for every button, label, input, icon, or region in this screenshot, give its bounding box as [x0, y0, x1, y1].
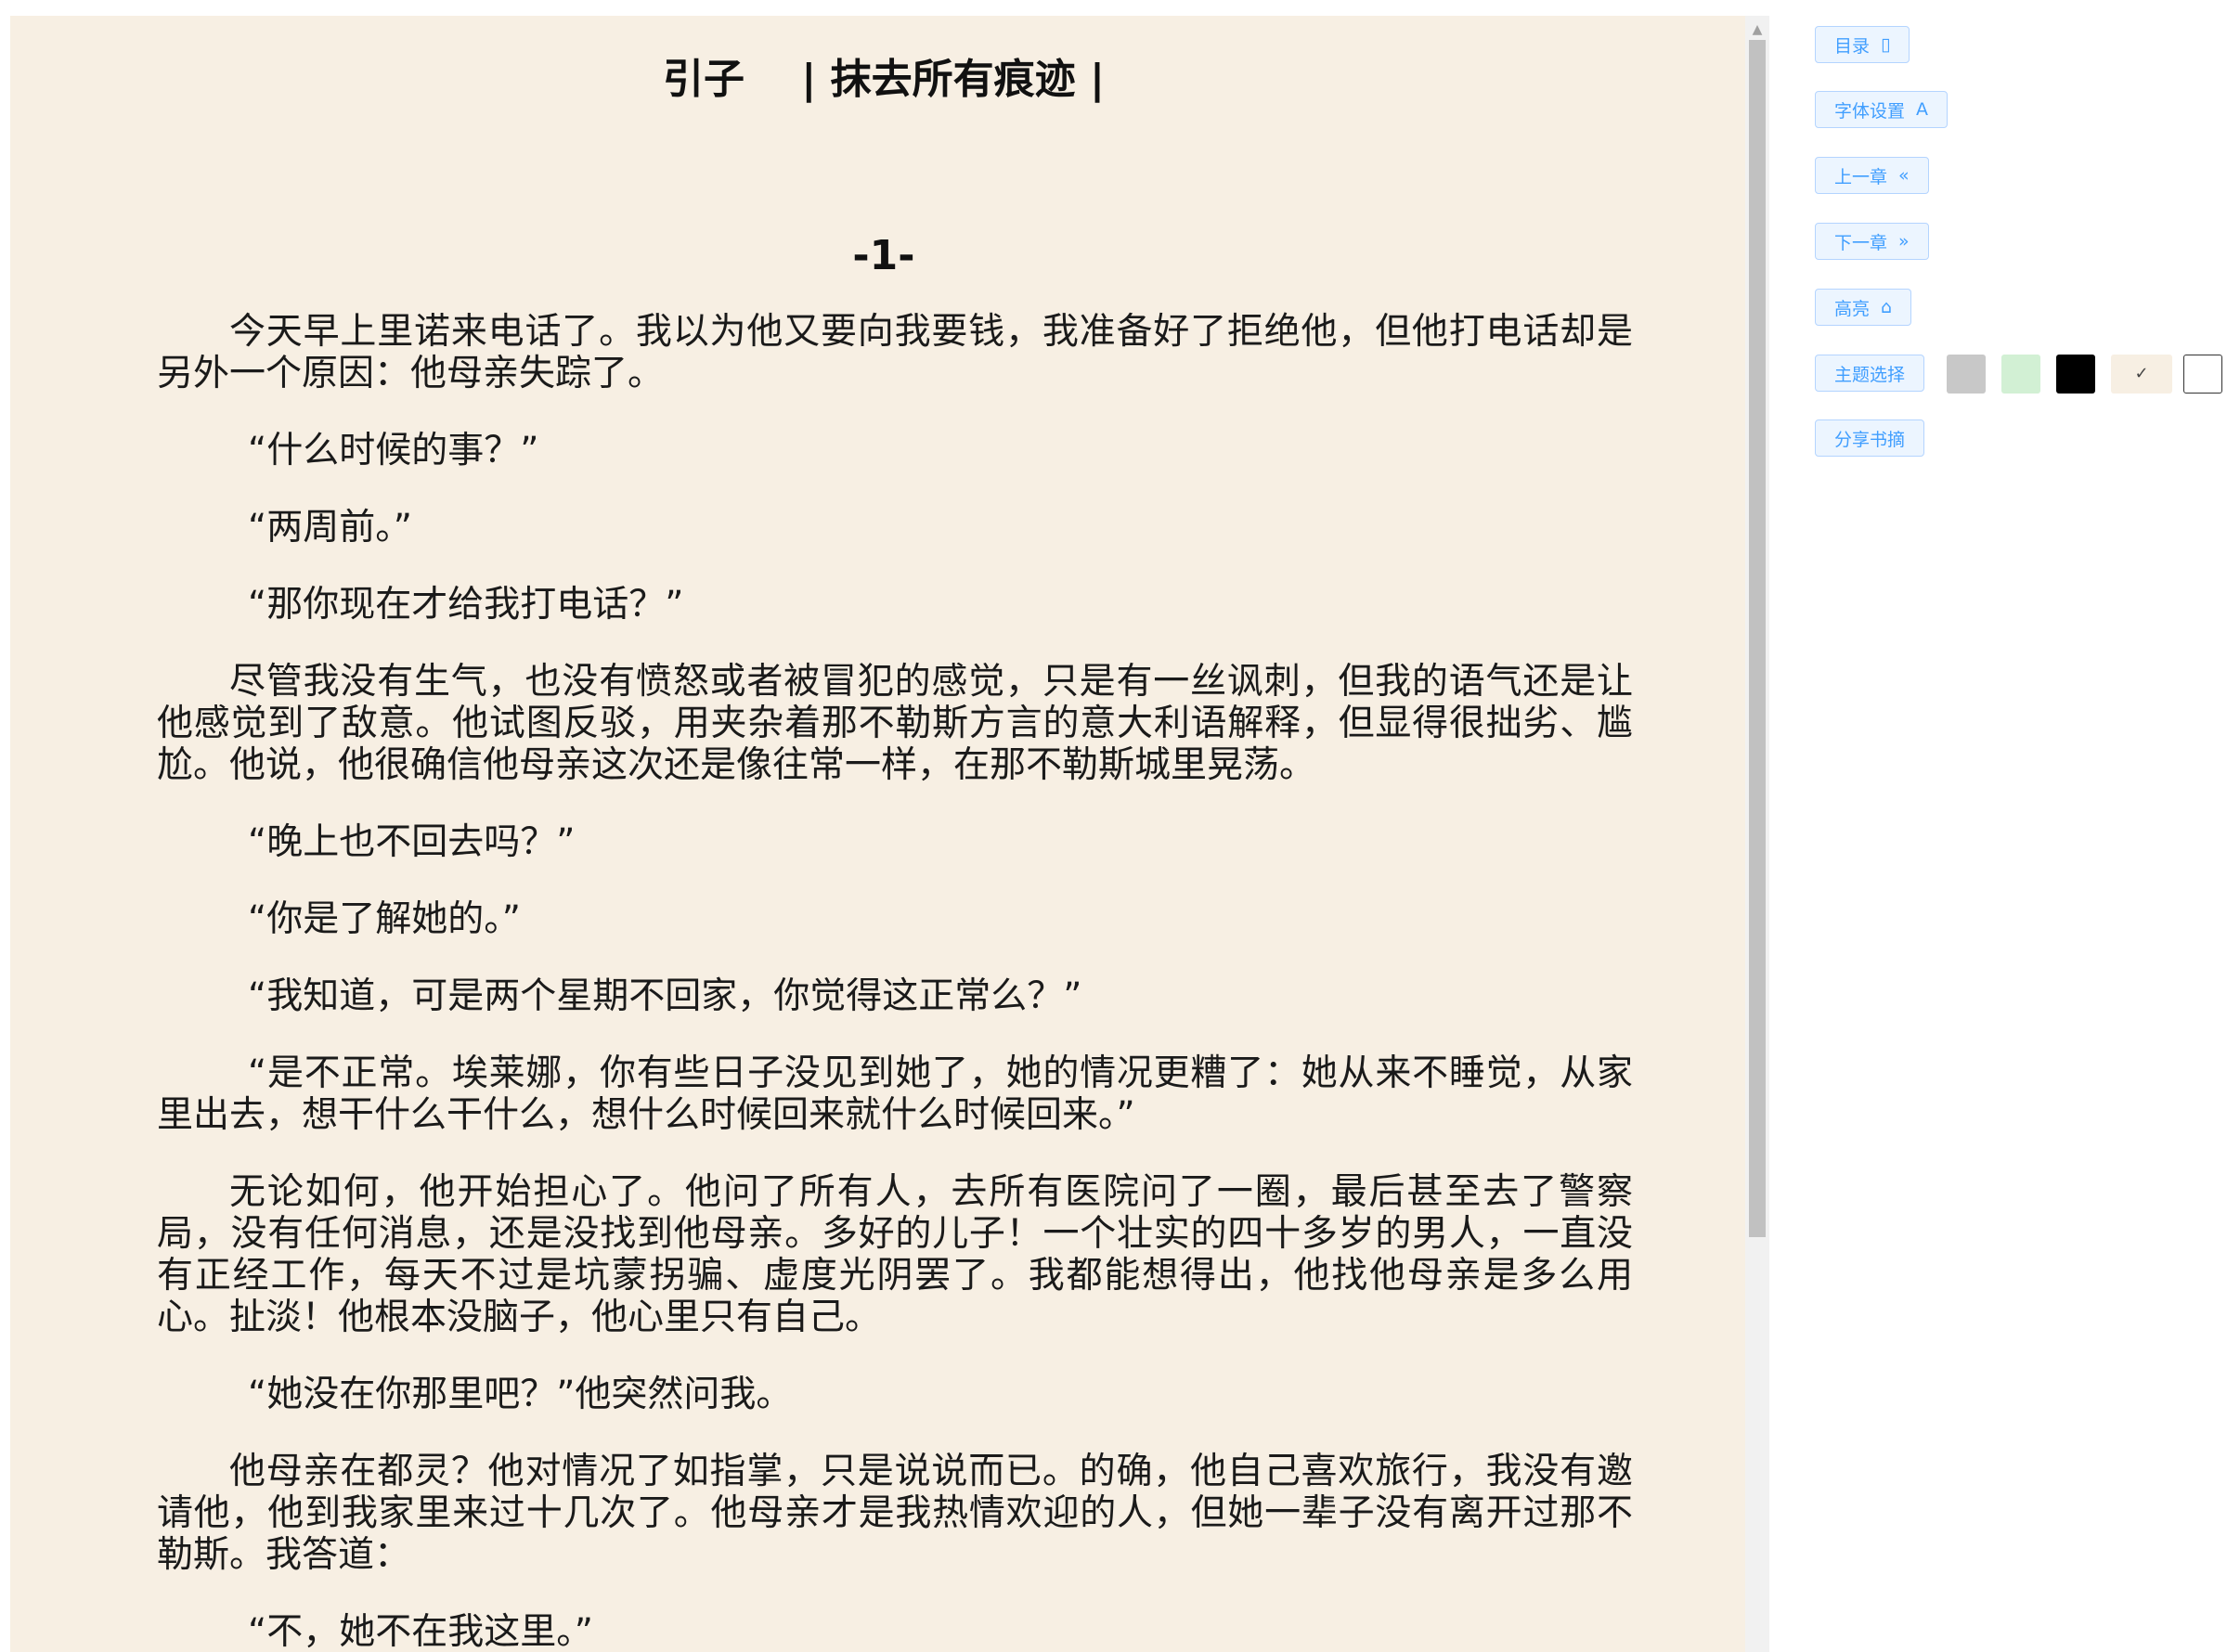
toc-button-label: 目录 — [1834, 35, 1871, 57]
paragraph: “那你现在才给我打电话？” — [248, 584, 684, 626]
document-icon: ▯ — [1881, 34, 1891, 55]
next-chapter-label: 下一章 — [1834, 232, 1888, 253]
scroll-up-icon[interactable]: ▲ — [1745, 19, 1769, 40]
font-icon: A — [1916, 99, 1929, 120]
theme-swatch-beige[interactable]: ✓ — [2111, 355, 2172, 394]
paragraph: “晚上也不回去吗？” — [248, 821, 576, 863]
theme-swatch-green[interactable] — [2001, 355, 2040, 394]
section-number: -1- — [852, 232, 915, 279]
paragraph: “不，她不在我这里。” — [248, 1611, 593, 1652]
prev-chapter-label: 上一章 — [1834, 166, 1888, 187]
share-excerpt-button[interactable]: 分享书摘 — [1815, 419, 1925, 457]
double-chevron-left-icon: « — [1898, 165, 1910, 186]
prev-chapter-button[interactable]: 上一章 « — [1815, 157, 1929, 194]
paragraph: “我知道，可是两个星期不回家，你觉得这正常么？” — [248, 975, 1082, 1017]
paragraph: “她没在你那里吧？”他突然问我。 — [248, 1374, 793, 1415]
highlight-button[interactable]: 高亮 ⌂ — [1815, 289, 1912, 326]
next-chapter-button[interactable]: 下一章 » — [1815, 223, 1929, 260]
font-settings-button[interactable]: 字体设置 A — [1815, 91, 1949, 128]
highlight-label: 高亮 — [1834, 298, 1871, 319]
theme-swatch-white[interactable] — [2183, 355, 2222, 394]
share-excerpt-label: 分享书摘 — [1834, 429, 1906, 450]
lock-icon: ⌂ — [1881, 297, 1893, 317]
paragraph: “什么时候的事？” — [248, 430, 539, 471]
paragraph: 无论如何，他开始担心了。他问了所有人，去所有医院问了一圈，最后甚至去了警察局，没… — [157, 1171, 1633, 1338]
paragraph: “两周前。” — [248, 507, 412, 549]
theme-swatch-gray[interactable] — [1947, 355, 1986, 394]
double-chevron-right-icon: » — [1898, 231, 1910, 252]
paragraph: “是不正常。埃莱娜，你有些日子没见到她了，她的情况更糟了：她从来不睡觉，从家里出… — [157, 1052, 1633, 1136]
theme-select-button[interactable]: 主题选择 — [1815, 355, 1925, 392]
paragraph: 今天早上里诺来电话了。我以为他又要向我要钱，我准备好了拒绝他，但他打电话却是另外… — [157, 311, 1633, 394]
paragraph: “你是了解她的。” — [248, 898, 521, 940]
theme-select-label: 主题选择 — [1834, 364, 1906, 385]
reader-page: 引子 | 抹去所有痕迹 | -1- 今天早上里诺来电话了。我以为他又要向我要钱，… — [10, 16, 1757, 1652]
toc-button[interactable]: 目录 ▯ — [1815, 26, 1910, 63]
font-settings-label: 字体设置 — [1834, 100, 1906, 122]
scrollbar-thumb[interactable] — [1749, 40, 1766, 1237]
paragraph: 尽管我没有生气，也没有愤怒或者被冒犯的感觉，只是有一丝讽刺，但我的语气还是让他感… — [157, 661, 1633, 786]
paragraph: 他母亲在都灵？他对情况了如指掌，只是说说而已。的确，他自己喜欢旅行，我没有邀请他… — [157, 1451, 1633, 1576]
chapter-title: 引子 | 抹去所有痕迹 | — [662, 56, 1106, 103]
chapter-content: 今天早上里诺来电话了。我以为他又要向我要钱，我准备好了拒绝他，但他打电话却是另外… — [157, 311, 1633, 1652]
scrollbar[interactable]: ▲ — [1745, 16, 1769, 1652]
check-icon: ✓ — [2134, 364, 2149, 383]
theme-swatch-black[interactable] — [2056, 355, 2095, 394]
